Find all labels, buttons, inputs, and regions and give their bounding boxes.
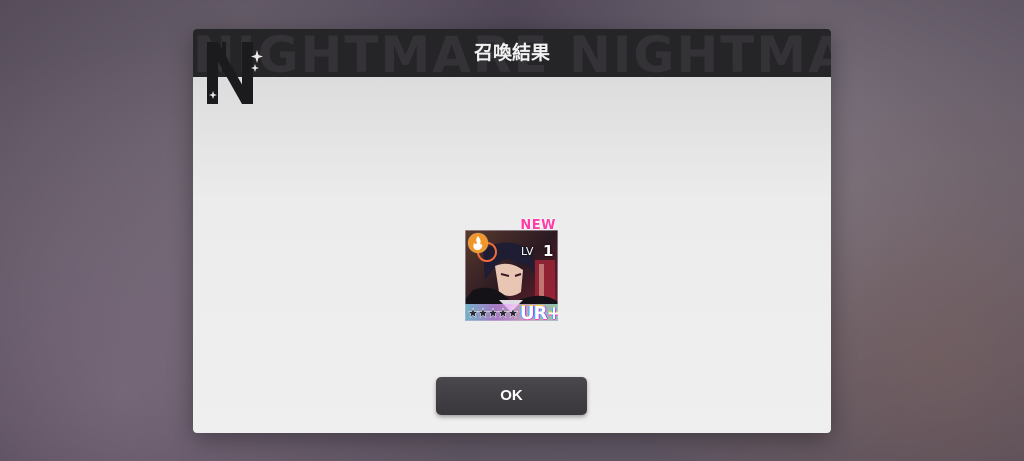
level-label: LV: [521, 245, 534, 258]
dialog-header: NIGHTMARE NIGHTMARE NIGHTMARE 召喚結果: [193, 29, 831, 77]
ok-button-label: OK: [500, 387, 523, 404]
card-thumbnail: LV 1 UR+: [465, 230, 558, 321]
nightmare-logo-icon: [207, 42, 263, 104]
dialog-title: 召喚結果: [473, 42, 550, 64]
summon-result-dialog: NIGHTMARE NIGHTMARE NIGHTMARE 召喚結果 NEW: [193, 29, 831, 433]
ok-button[interactable]: OK: [436, 377, 587, 415]
rarity-stars: [468, 308, 519, 318]
level-value: 1: [543, 242, 554, 260]
summoned-card[interactable]: NEW LV 1 UR+: [465, 218, 559, 321]
dialog-body: NEW LV 1 UR+ OK: [193, 77, 831, 433]
rarity-badge: UR+: [520, 303, 558, 321]
fire-icon: [467, 232, 489, 254]
